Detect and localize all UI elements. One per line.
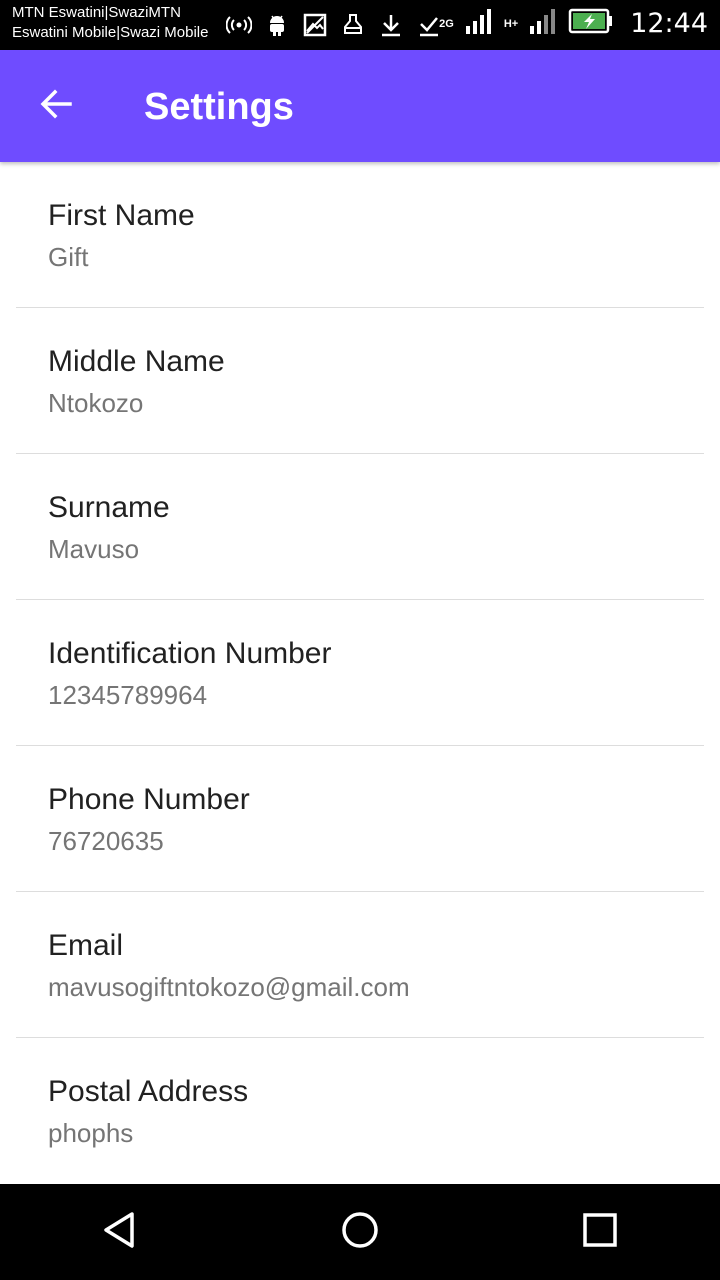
setting-value: 12345789964	[48, 680, 208, 710]
setting-label: Identification Number	[48, 637, 332, 670]
setting-value: mavusogiftntokozo@gmail.com	[48, 972, 410, 1002]
cleaner-icon	[340, 12, 366, 38]
setting-postal-address[interactable]: Postal Address phophs	[0, 1038, 720, 1184]
check-icon	[416, 12, 442, 38]
clock: 12:44	[630, 8, 708, 39]
setting-value: Mavuso	[48, 534, 140, 564]
setting-surname[interactable]: Surname Mavuso	[0, 454, 720, 600]
status-right: 2G H+ 12:44	[439, 6, 708, 41]
setting-label: Surname	[48, 491, 170, 524]
setting-middle-name[interactable]: Middle Name Ntokozo	[0, 308, 720, 454]
recents-square-icon	[580, 1210, 620, 1255]
battery-icon	[568, 8, 614, 39]
signal-icon	[464, 6, 494, 41]
nav-home-button[interactable]	[300, 1184, 420, 1280]
signal-icon	[528, 6, 558, 41]
settings-list: First Name Gift Middle Name Ntokozo Surn…	[0, 162, 720, 1184]
back-triangle-icon	[100, 1210, 140, 1255]
download-icon	[378, 12, 404, 38]
page-title: Settings	[144, 86, 294, 128]
app-bar: Settings	[0, 50, 720, 162]
setting-label: Email	[48, 929, 124, 962]
setting-label: First Name	[48, 199, 195, 232]
setting-label: Phone Number	[48, 783, 250, 816]
carrier-info: MTN Eswatini|SwaziMTN Eswatini Mobile|Sw…	[12, 3, 208, 43]
setting-phone-number[interactable]: Phone Number 76720635	[0, 746, 720, 892]
setting-value: Gift	[48, 242, 89, 272]
nav-back-button[interactable]	[60, 1184, 180, 1280]
hotspot-icon	[226, 12, 252, 38]
setting-value: phophs	[48, 1118, 134, 1148]
back-button[interactable]	[22, 72, 90, 140]
network-type-2: H+	[503, 17, 519, 30]
carrier-line-1: MTN Eswatini|SwaziMTN	[12, 4, 181, 21]
status-bar: MTN Eswatini|SwaziMTN Eswatini Mobile|Sw…	[0, 0, 720, 50]
notification-icons	[226, 12, 442, 38]
setting-identification-number[interactable]: Identification Number 12345789964	[0, 600, 720, 746]
setting-first-name[interactable]: First Name Gift	[0, 162, 720, 308]
setting-email[interactable]: Email mavusogiftntokozo@gmail.com	[0, 892, 720, 1038]
arrow-left-icon	[38, 86, 74, 127]
navigation-bar	[0, 1184, 720, 1280]
setting-label: Middle Name	[48, 345, 225, 378]
setting-value: Ntokozo	[48, 388, 144, 418]
android-icon	[264, 12, 290, 38]
network-type-1: 2G	[439, 17, 454, 30]
setting-value: 76720635	[48, 826, 164, 856]
home-circle-icon	[340, 1210, 380, 1255]
image-icon	[302, 12, 328, 38]
carrier-line-2: Eswatini Mobile|Swazi Mobile	[12, 24, 209, 41]
nav-recents-button[interactable]	[540, 1184, 660, 1280]
setting-label: Postal Address	[48, 1075, 249, 1108]
